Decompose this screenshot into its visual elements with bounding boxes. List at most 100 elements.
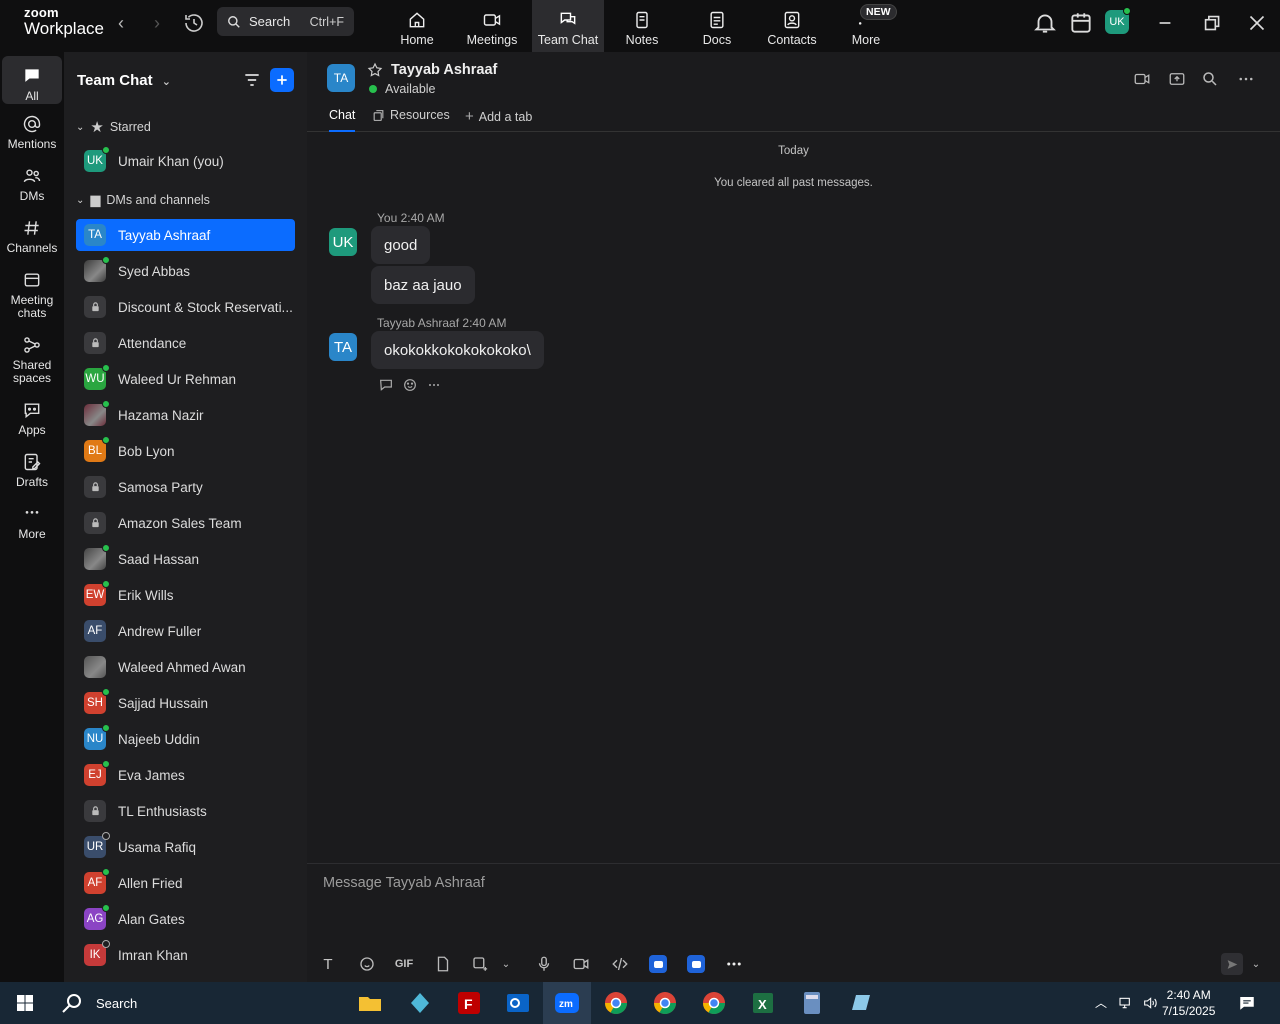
network-icon[interactable]	[1117, 995, 1135, 1011]
zoom-app-icon[interactable]	[649, 955, 667, 973]
notes-app-icon[interactable]	[846, 988, 876, 1018]
list-item[interactable]: Waleed Ahmed Awan	[76, 651, 295, 683]
list-item[interactable]: EJ Eva James	[76, 759, 295, 791]
tab-resources[interactable]: Resources	[372, 108, 450, 122]
calculator-icon[interactable]	[797, 988, 827, 1018]
contact-name[interactable]: Tayyab Ashraaf	[391, 62, 497, 78]
list-item[interactable]: TL Enthusiasts	[76, 795, 295, 827]
send-button[interactable]	[1221, 953, 1243, 975]
section-starred[interactable]: ⌄ ★ Starred	[76, 118, 151, 136]
volume-icon[interactable]	[1141, 995, 1159, 1011]
rail-apps[interactable]: Apps	[2, 400, 62, 437]
list-item[interactable]: Samosa Party	[76, 471, 295, 503]
video-message-icon[interactable]	[572, 955, 590, 973]
taskbar-search[interactable]: Search	[60, 982, 137, 1024]
nav-contacts[interactable]: Contacts	[756, 0, 828, 52]
file-icon[interactable]	[434, 955, 452, 973]
sender-avatar[interactable]: UK	[329, 228, 357, 256]
list-item[interactable]: AF Andrew Fuller	[76, 615, 295, 647]
chrome-icon[interactable]	[601, 988, 631, 1018]
video-call-icon[interactable]	[1132, 70, 1152, 88]
excel-icon[interactable]: X	[748, 988, 778, 1018]
list-item[interactable]: AG Alan Gates	[76, 903, 295, 935]
chevron-up-icon[interactable]: ︿	[1095, 994, 1107, 1011]
rail-meeting-chats[interactable]: Meeting chats	[2, 270, 62, 320]
tab-chat[interactable]: Chat	[329, 108, 356, 132]
nav-docs[interactable]: Docs	[681, 0, 753, 52]
chevron-down-icon[interactable]: ⌄	[497, 955, 515, 973]
tab-add[interactable]: + Add a tab	[465, 108, 532, 125]
list-item[interactable]: AF Allen Fried	[76, 867, 295, 899]
message-bubble[interactable]: okokokkokokokokoko\	[371, 331, 544, 369]
rail-all[interactable]: All	[2, 56, 62, 104]
more-options-icon[interactable]	[1236, 70, 1256, 88]
nav-notes[interactable]: Notes	[606, 0, 678, 52]
share-screen-icon[interactable]	[1167, 70, 1187, 88]
list-item[interactable]: EW Erik Wills	[76, 579, 295, 611]
forward-arrow-icon[interactable]: ›	[146, 12, 168, 34]
bell-icon[interactable]	[1030, 10, 1060, 36]
close-icon[interactable]	[1242, 10, 1272, 36]
app-icon[interactable]	[405, 988, 435, 1018]
nav-home[interactable]: Home	[381, 0, 453, 52]
filter-icon[interactable]	[242, 70, 262, 90]
list-item[interactable]: WU Waleed Ur Rehman	[76, 363, 295, 395]
section-dms-and-channels[interactable]: ⌄ ▆ DMs and channels	[76, 192, 210, 208]
list-item[interactable]: SH Sajjad Hussain	[76, 687, 295, 719]
list-item[interactable]: UK Umair Khan (you)	[76, 145, 295, 177]
list-item[interactable]: Hazama Nazir	[76, 399, 295, 431]
microphone-icon[interactable]	[535, 955, 553, 973]
search-icon[interactable]	[1200, 70, 1220, 88]
system-clock[interactable]: 2:40 AM 7/15/2025	[1162, 987, 1215, 1019]
contact-avatar[interactable]: TA	[327, 64, 355, 92]
list-item[interactable]: NU Najeeb Uddin	[76, 723, 295, 755]
more-options-icon[interactable]	[725, 955, 743, 973]
list-item[interactable]: BL Bob Lyon	[76, 435, 295, 467]
sender-avatar[interactable]: TA	[329, 333, 357, 361]
history-icon[interactable]	[182, 11, 206, 35]
windows-start-icon[interactable]	[10, 988, 40, 1018]
search-box[interactable]: Search Ctrl+F	[217, 7, 354, 36]
filezilla-icon[interactable]: F	[454, 988, 484, 1018]
file-explorer-icon[interactable]	[355, 988, 385, 1018]
message-bubble[interactable]: baz aa jauo	[371, 266, 475, 304]
nav-team-chat[interactable]: Team Chat	[532, 0, 604, 52]
chevron-down-icon[interactable]: ⌄	[1247, 955, 1265, 973]
rail-mentions[interactable]: Mentions	[2, 114, 62, 151]
rail-dms[interactable]: DMs	[2, 166, 62, 203]
list-item[interactable]: UR Usama Rafiq	[76, 831, 295, 863]
list-item[interactable]: IK Imran Khan	[76, 939, 295, 971]
text-format-icon[interactable]: T	[319, 955, 337, 973]
list-item[interactable]: TA Tayyab Ashraaf	[76, 219, 295, 251]
rail-more[interactable]: More	[2, 504, 62, 541]
back-arrow-icon[interactable]: ‹	[110, 12, 132, 34]
screenshot-icon[interactable]	[471, 955, 489, 973]
list-item[interactable]: Saad Hassan	[76, 543, 295, 575]
message-input[interactable]: Message Tayyab Ashraaf	[323, 875, 485, 891]
rail-shared-spaces[interactable]: Shared spaces	[2, 335, 62, 385]
list-item[interactable]: Attendance	[76, 327, 295, 359]
zoom-taskbar-icon[interactable]: zm	[552, 988, 582, 1018]
rail-channels[interactable]: Channels	[2, 218, 62, 255]
restore-icon[interactable]	[1196, 10, 1226, 36]
outlook-icon[interactable]	[503, 988, 533, 1018]
code-icon[interactable]	[611, 955, 629, 973]
message-composer[interactable]: Message Tayyab Ashraaf	[307, 863, 1280, 982]
zoom-clips-icon[interactable]	[687, 955, 705, 973]
notification-center-icon[interactable]	[1238, 994, 1256, 1012]
list-item[interactable]: Discount & Stock Reservati...	[76, 291, 295, 323]
message-bubble[interactable]: good	[371, 226, 431, 264]
new-chat-button[interactable]	[270, 68, 294, 92]
star-outline-icon[interactable]	[367, 62, 383, 78]
gif-button[interactable]: GIF	[395, 955, 413, 973]
nav-meetings[interactable]: Meetings	[456, 0, 528, 52]
calendar-icon[interactable]	[1066, 10, 1096, 36]
emoji-icon[interactable]	[358, 955, 376, 973]
emoji-reaction-icon[interactable]	[402, 377, 418, 393]
minimize-icon[interactable]	[1150, 10, 1180, 36]
sidebar-title[interactable]: Team Chat ⌄	[77, 72, 171, 89]
chrome-icon[interactable]	[650, 988, 680, 1018]
list-item[interactable]: Syed Abbas	[76, 255, 295, 287]
chrome-icon[interactable]	[699, 988, 729, 1018]
reply-thread-icon[interactable]	[378, 377, 394, 393]
